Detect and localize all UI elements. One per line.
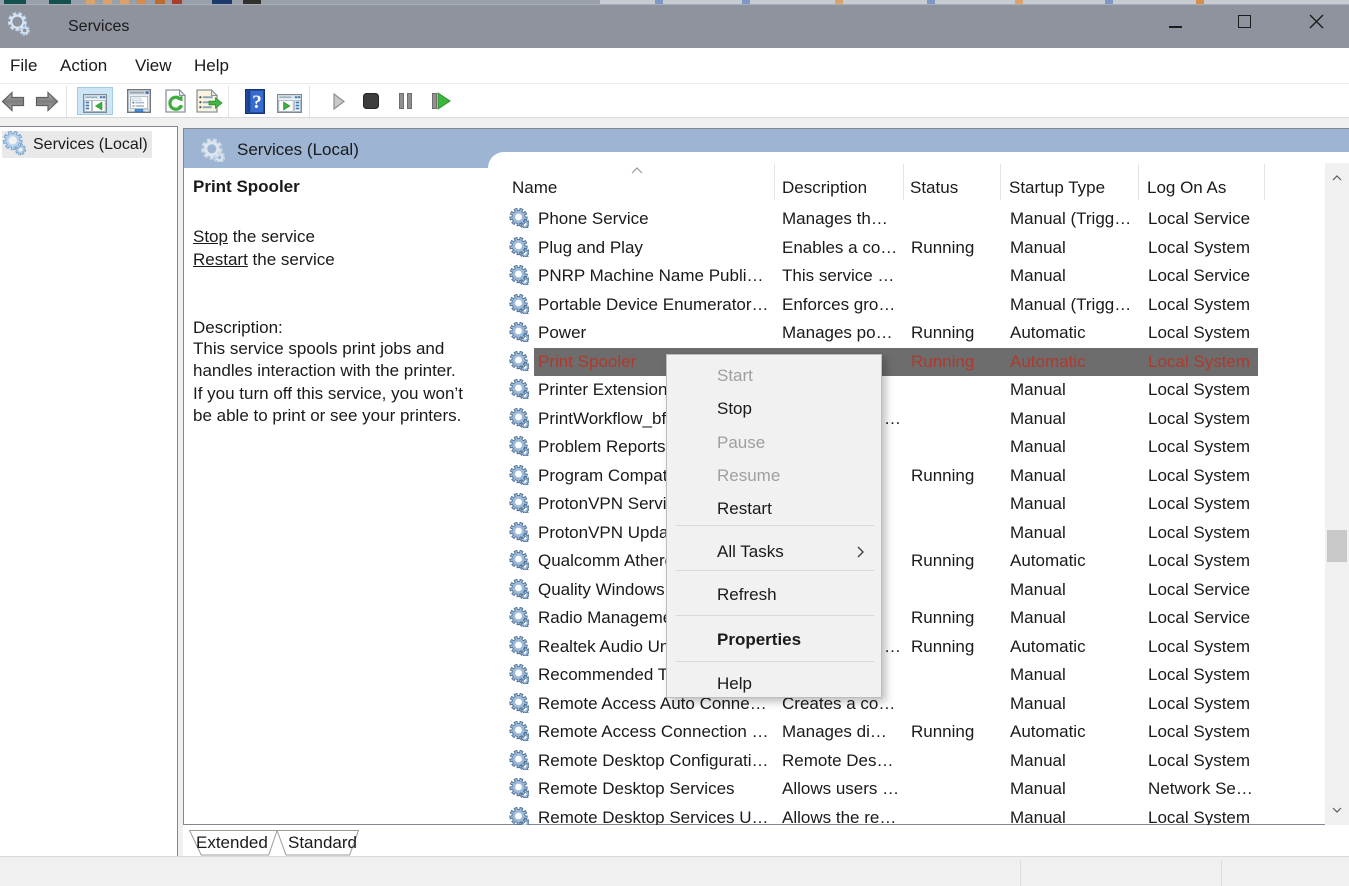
svg-text:?: ? <box>252 92 262 113</box>
